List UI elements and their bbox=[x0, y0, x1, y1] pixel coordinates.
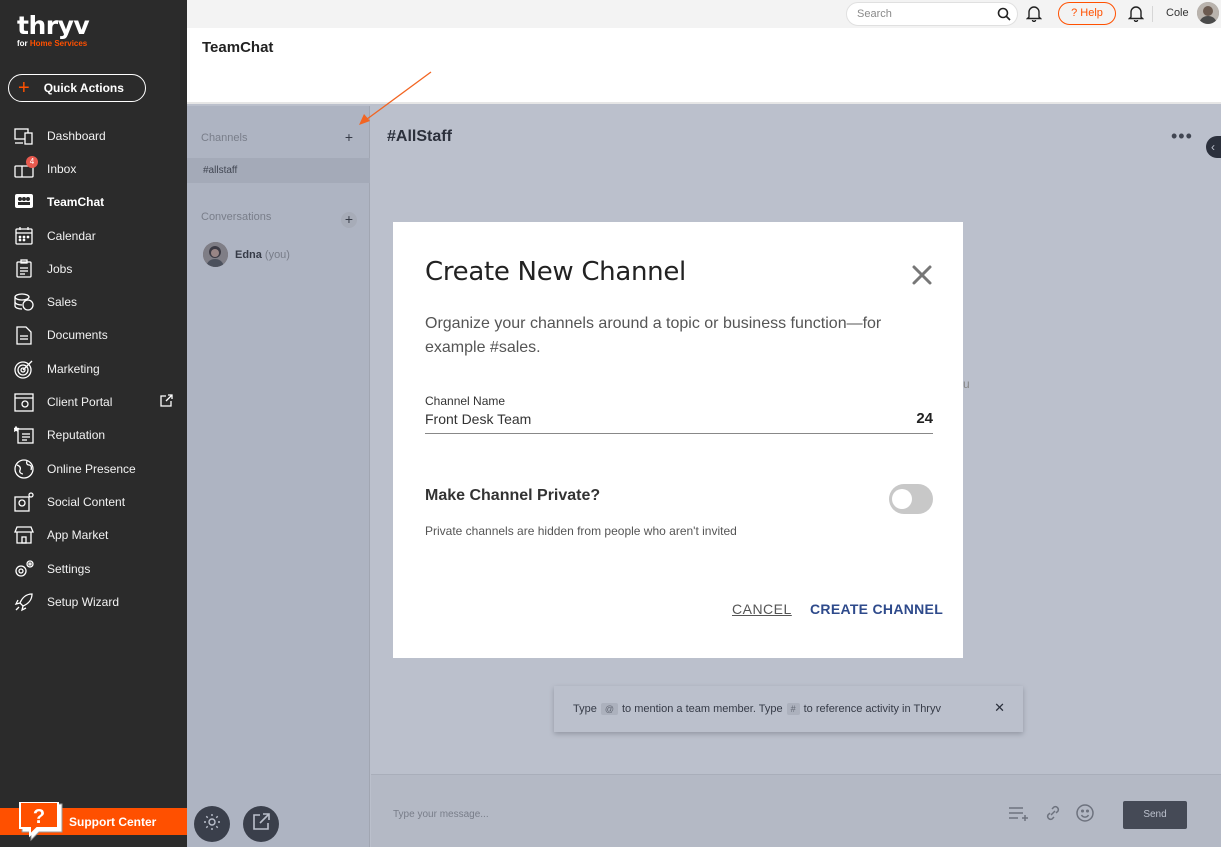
logo-text: thryv bbox=[17, 11, 90, 40]
sidebar-item-dashboard[interactable]: Dashboard bbox=[0, 119, 187, 152]
channel-name-label: Channel Name bbox=[425, 394, 506, 408]
sidebar-item-documents[interactable]: Documents bbox=[0, 319, 187, 352]
support-center-label: Support Center bbox=[69, 814, 157, 829]
reputation-icon bbox=[13, 424, 35, 446]
support-center-button[interactable]: ? Support Center bbox=[0, 801, 187, 842]
thryv-logo[interactable]: thryv for Home Services bbox=[17, 11, 90, 48]
sidebar-item-label: Social Content bbox=[47, 494, 126, 509]
sidebar-item-client-portal[interactable]: Client Portal bbox=[0, 385, 187, 418]
sales-icon bbox=[13, 291, 35, 313]
logo-subtitle: for Home Services bbox=[17, 39, 88, 48]
sidebar-item-reputation[interactable]: Reputation bbox=[0, 419, 187, 452]
private-channel-toggle[interactable] bbox=[889, 484, 933, 514]
sidebar-item-label: Online Presence bbox=[47, 461, 136, 476]
inbox-count-badge: 4 bbox=[26, 156, 38, 169]
background-text-fragment: u bbox=[963, 377, 970, 391]
private-toggle-label: Make Channel Private? bbox=[425, 487, 601, 504]
sidebar-nav: Dashboard 4 Inbox TeamChat Calendar Jobs… bbox=[0, 119, 187, 618]
marketing-icon bbox=[13, 358, 35, 380]
search-icon[interactable] bbox=[997, 7, 1011, 29]
sidebar-item-label: Reputation bbox=[47, 428, 106, 443]
sidebar-item-social-content[interactable]: Social Content bbox=[0, 485, 187, 518]
quick-actions-label: Quick Actions bbox=[43, 81, 124, 95]
top-bar: Search ? Help Cole bbox=[187, 0, 1221, 28]
channel-name-value: Front Desk Team bbox=[425, 411, 532, 427]
sidebar-item-label: Dashboard bbox=[47, 128, 106, 143]
svg-text:?: ? bbox=[33, 806, 45, 828]
sidebar-item-marketing[interactable]: Marketing bbox=[0, 352, 187, 385]
sidebar-item-teamchat[interactable]: TeamChat bbox=[0, 186, 187, 219]
cancel-button[interactable]: CANCEL bbox=[732, 601, 792, 617]
notification-bell-icon[interactable] bbox=[1025, 5, 1043, 27]
sidebar-item-label: Settings bbox=[47, 561, 91, 576]
sidebar-item-label: Sales bbox=[47, 295, 78, 310]
sidebar-item-setup-wizard[interactable]: Setup Wizard bbox=[0, 585, 187, 618]
sidebar-item-label: Marketing bbox=[47, 361, 100, 376]
external-link-icon[interactable] bbox=[160, 394, 173, 410]
channel-name-input[interactable]: Front Desk Team 24 bbox=[425, 410, 933, 434]
sidebar-item-label: Setup Wizard bbox=[47, 594, 120, 609]
sidebar-item-label: Jobs bbox=[47, 261, 73, 276]
user-avatar[interactable] bbox=[1197, 2, 1219, 24]
close-icon[interactable] bbox=[911, 264, 933, 286]
user-name[interactable]: Cole bbox=[1166, 7, 1189, 19]
jobs-icon bbox=[13, 258, 35, 280]
create-channel-button[interactable]: CREATE CHANNEL bbox=[810, 601, 943, 617]
private-help-text: Private channels are hidden from people … bbox=[425, 524, 737, 538]
dashboard-icon bbox=[13, 125, 35, 147]
client-portal-icon bbox=[13, 391, 35, 413]
page-header: TeamChat bbox=[187, 28, 1221, 104]
char-count: 24 bbox=[916, 410, 933, 427]
sidebar-item-app-market[interactable]: App Market bbox=[0, 519, 187, 552]
calendar-icon bbox=[13, 225, 35, 247]
topbar-divider bbox=[1152, 6, 1153, 22]
dialog-description: Organize your channels around a topic or… bbox=[425, 315, 882, 356]
alerts-bell-icon[interactable] bbox=[1127, 5, 1145, 27]
sidebar-item-jobs[interactable]: Jobs bbox=[0, 252, 187, 285]
plus-icon: + bbox=[18, 77, 30, 99]
sidebar-item-label: Calendar bbox=[47, 228, 96, 243]
toggle-knob bbox=[892, 489, 912, 509]
quick-actions-button[interactable]: + Quick Actions bbox=[8, 74, 146, 102]
sidebar-item-online-presence[interactable]: Online Presence bbox=[0, 452, 187, 485]
sidebar-item-label: TeamChat bbox=[47, 195, 105, 210]
page-title: TeamChat bbox=[202, 39, 274, 56]
sidebar-item-calendar[interactable]: Calendar bbox=[0, 219, 187, 252]
create-channel-dialog: Create New Channel Organize your channel… bbox=[393, 222, 963, 658]
sidebar-item-sales[interactable]: Sales bbox=[0, 285, 187, 318]
sidebar-item-label: Client Portal bbox=[47, 395, 113, 410]
social-content-icon bbox=[13, 491, 35, 513]
settings-icon bbox=[13, 558, 35, 580]
sidebar-item-label: Documents bbox=[47, 328, 108, 343]
documents-icon bbox=[13, 324, 35, 346]
online-presence-icon bbox=[13, 458, 35, 480]
sidebar-item-label: App Market bbox=[47, 528, 109, 543]
setup-wizard-icon bbox=[13, 591, 35, 613]
teamchat-icon bbox=[13, 191, 35, 213]
annotation-arrow bbox=[359, 71, 432, 125]
sidebar-item-inbox[interactable]: 4 Inbox bbox=[0, 152, 187, 185]
sidebar: thryv for Home Services + Quick Actions … bbox=[0, 0, 187, 847]
support-chat-icon: ? bbox=[19, 801, 63, 842]
search-input[interactable]: Search bbox=[846, 2, 1018, 26]
search-placeholder: Search bbox=[857, 8, 892, 20]
sidebar-item-settings[interactable]: Settings bbox=[0, 552, 187, 585]
help-button[interactable]: ? Help bbox=[1058, 2, 1116, 25]
sidebar-item-label: Inbox bbox=[47, 161, 77, 176]
dialog-title: Create New Channel bbox=[425, 257, 686, 287]
app-market-icon bbox=[13, 524, 35, 546]
